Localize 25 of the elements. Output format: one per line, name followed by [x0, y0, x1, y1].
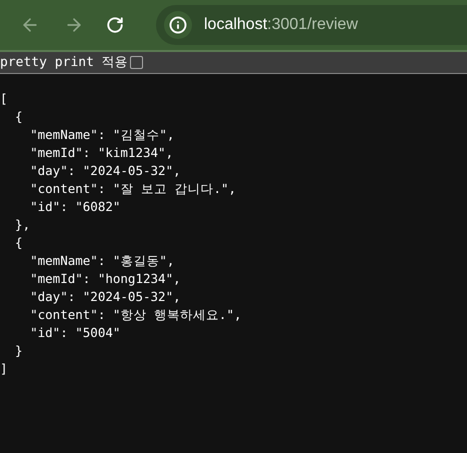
json-line: "memName": "홍길동",: [29, 252, 174, 270]
json-line: {: [14, 108, 23, 126]
pretty-print-label: pretty print 적용: [0, 54, 128, 72]
address-bar[interactable]: localhost:3001/review: [156, 5, 467, 45]
url-path: :3001/review: [267, 16, 358, 33]
json-line: },: [14, 216, 30, 234]
json-line: "memName": "김철수",: [29, 126, 174, 144]
pretty-print-checkbox[interactable]: [130, 56, 143, 69]
json-line: "id": "6082": [29, 198, 120, 216]
json-line: {: [14, 234, 23, 252]
reload-icon: [106, 16, 124, 34]
url-host: localhost: [204, 16, 268, 33]
info-icon: [169, 16, 187, 34]
json-line: "content": "잘 보고 갑니다.",: [29, 180, 236, 198]
json-line: "content": "항상 행복하세요.",: [29, 306, 242, 324]
json-line: "memId": "kim1234",: [29, 144, 174, 162]
json-line: "day": "2024-05-32",: [29, 162, 181, 180]
json-line: }: [14, 342, 23, 360]
json-line: "id": "5004": [29, 324, 120, 342]
json-line: [: [0, 90, 8, 108]
site-info-button[interactable]: [164, 11, 192, 39]
reload-button[interactable]: [106, 16, 124, 34]
json-line: "day": "2024-05-32",: [29, 288, 181, 306]
json-line: "memId": "hong1234",: [29, 270, 181, 288]
json-line: ]: [0, 360, 8, 378]
